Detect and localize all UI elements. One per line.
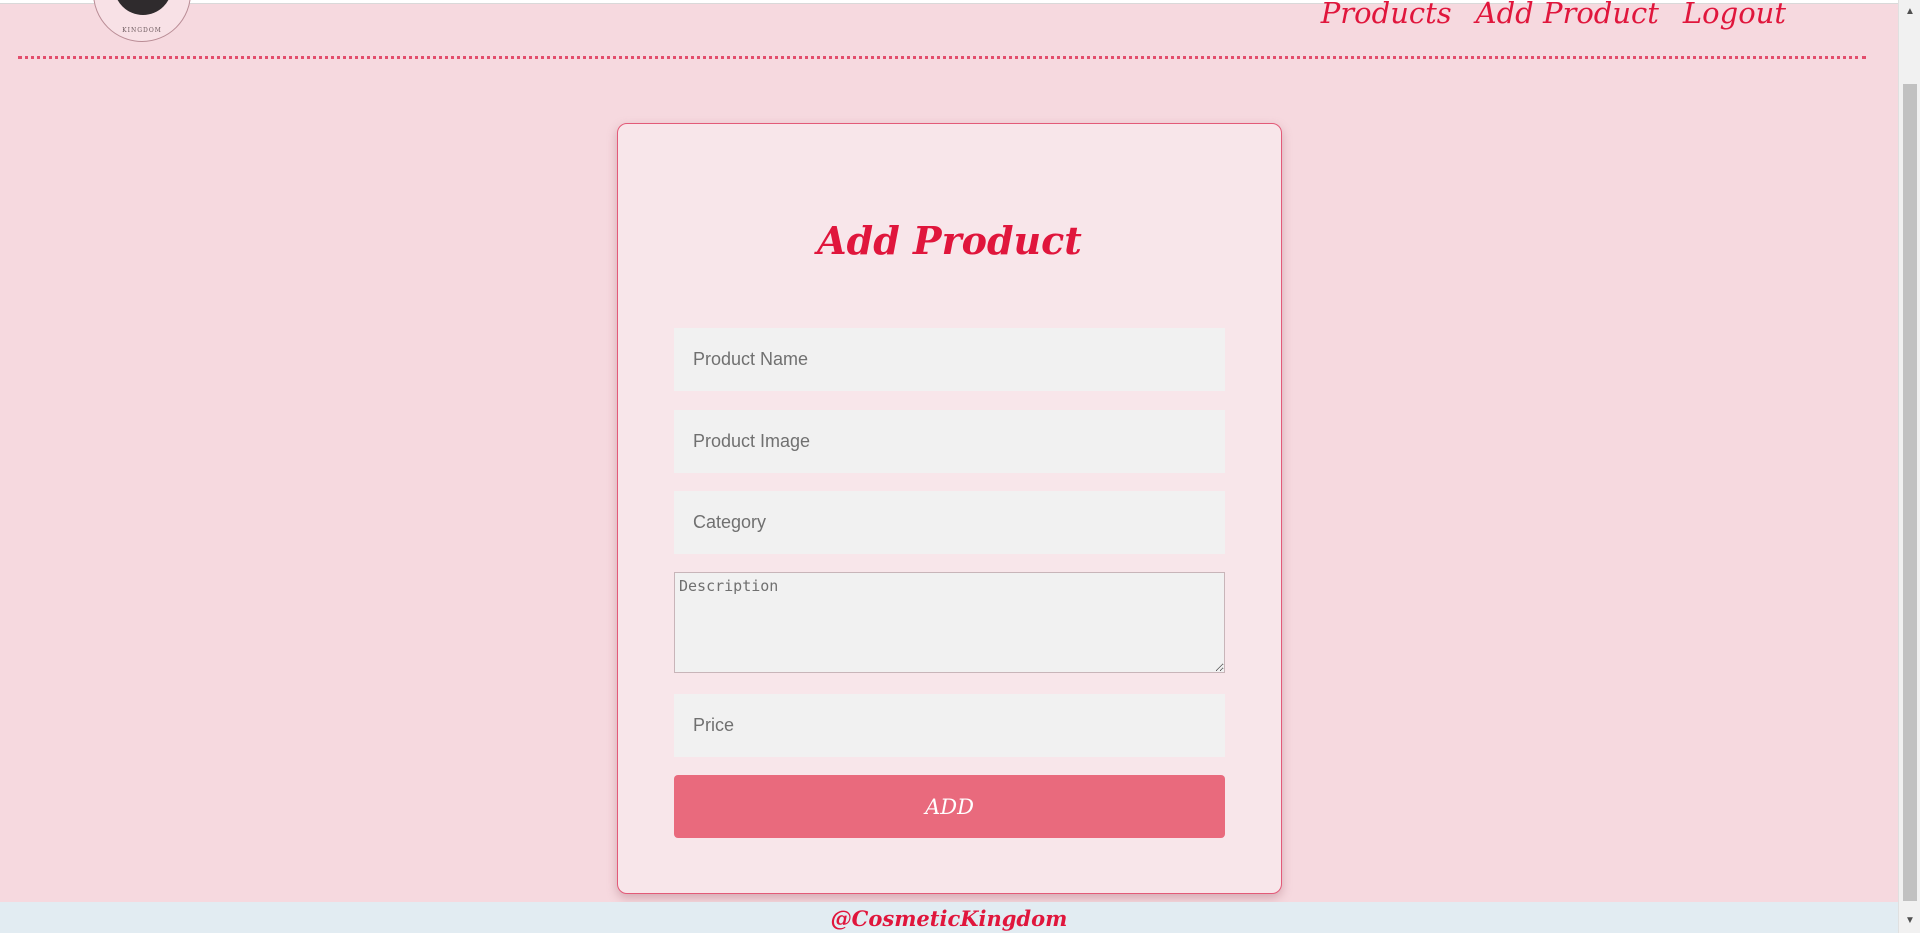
logo-text: KINGDOM	[122, 27, 162, 34]
add-button[interactable]: ADD	[674, 775, 1225, 838]
price-input[interactable]	[674, 694, 1225, 757]
main-nav: Products Add Product Logout	[1321, 0, 1786, 30]
scroll-down-icon[interactable]: ▼	[1899, 911, 1920, 931]
header: KINGDOM Products Add Product Logout	[0, 0, 1898, 59]
add-product-form: Add Product ADD	[617, 123, 1282, 894]
logo-emblem-icon	[114, 0, 172, 15]
product-image-input[interactable]	[674, 410, 1225, 473]
nav-add-product-link[interactable]: Add Product	[1476, 0, 1659, 30]
vertical-scrollbar[interactable]: ▲ ▼	[1898, 0, 1920, 933]
page: KINGDOM Products Add Product Logout Add …	[0, 0, 1920, 933]
scroll-up-icon[interactable]: ▲	[1899, 2, 1920, 22]
header-divider	[18, 56, 1866, 59]
brand-logo[interactable]: KINGDOM	[93, 0, 191, 42]
description-textarea[interactable]	[674, 572, 1225, 673]
footer: @CosmeticKingdom	[0, 902, 1898, 933]
nav-products-link[interactable]: Products	[1321, 0, 1452, 30]
product-name-input[interactable]	[674, 328, 1225, 391]
nav-logout-link[interactable]: Logout	[1683, 0, 1786, 30]
footer-text: @CosmeticKingdom	[830, 906, 1068, 931]
scrollbar-thumb[interactable]	[1903, 84, 1917, 901]
category-input[interactable]	[674, 491, 1225, 554]
form-title: Add Product	[817, 218, 1082, 263]
